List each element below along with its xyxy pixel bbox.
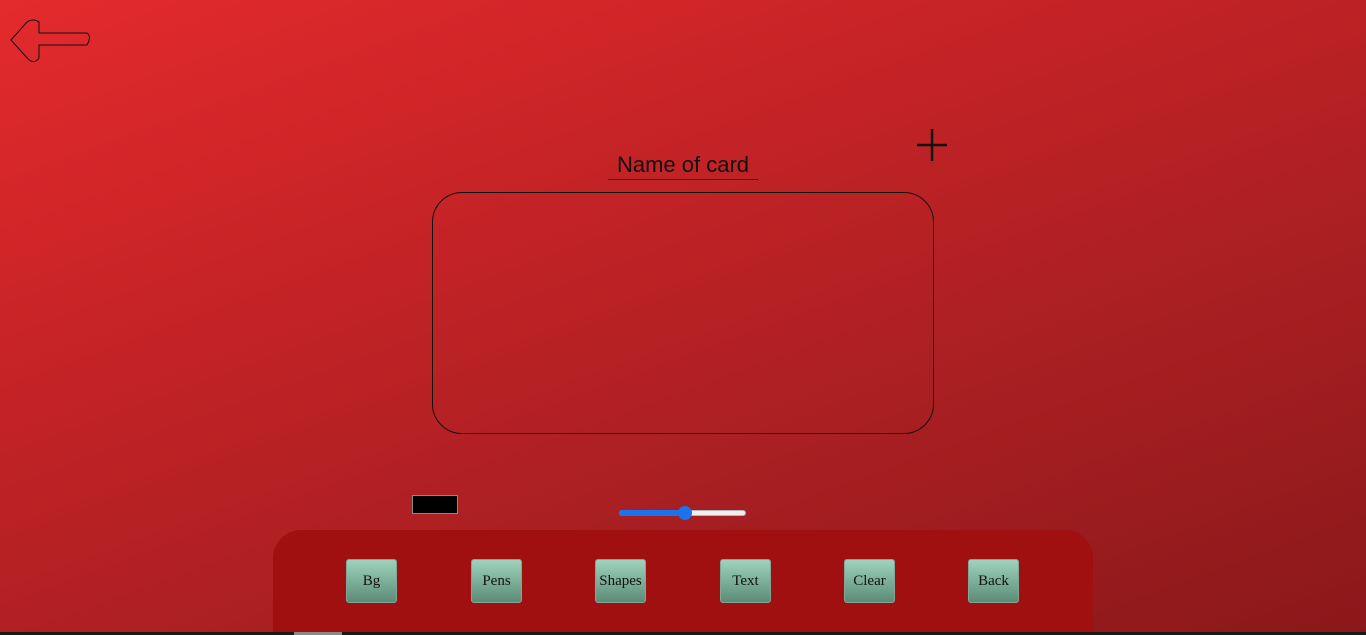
slider-fill [619,510,686,516]
plus-icon[interactable] [914,127,950,163]
pen-color-picker[interactable] [412,495,458,514]
bg-button[interactable]: Bg [346,559,397,603]
clear-button[interactable]: Clear [844,559,895,603]
text-button[interactable]: Text [720,559,771,603]
pen-size-slider[interactable] [618,505,748,521]
card-name-input[interactable] [608,151,758,180]
slider-thumb[interactable] [677,506,692,520]
drawing-canvas[interactable] [432,192,934,434]
pens-button[interactable]: Pens [471,559,522,603]
back-button[interactable]: Back [968,559,1019,603]
shapes-button[interactable]: Shapes [595,559,646,603]
back-arrow-icon[interactable] [9,18,93,66]
bottom-toolbar: Bg Pens Shapes Text Clear Back [273,530,1093,635]
